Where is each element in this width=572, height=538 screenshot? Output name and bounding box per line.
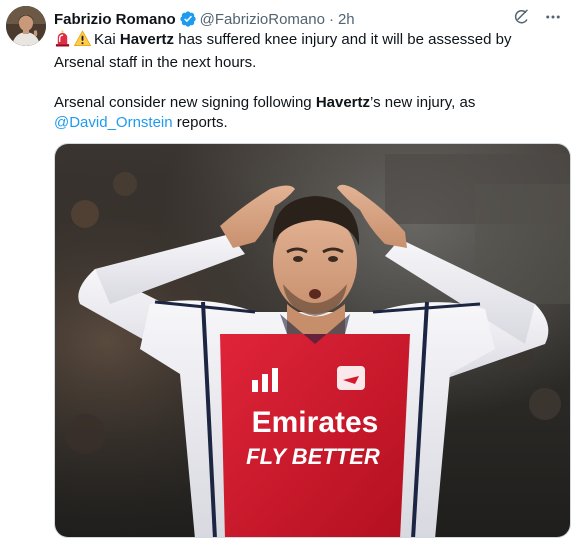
player-name-bold: Havertz <box>119 31 175 48</box>
tweet-text: Kai Havertz has suffered knee injury and… <box>54 30 559 133</box>
author-handle[interactable]: @FabrizioRomano <box>200 11 325 28</box>
author-name[interactable]: Fabrizio Romano <box>54 11 176 28</box>
player-name-bold: Havertz <box>315 94 371 111</box>
header-actions <box>512 8 562 30</box>
tweet-header: Fabrizio Romano @FabrizioRomano · 2h <box>54 8 562 30</box>
avatar-image <box>6 6 46 46</box>
mention-link[interactable]: @David_Ornstein <box>54 114 173 131</box>
tweet-paragraph-2: Arsenal consider new signing following H… <box>54 93 559 133</box>
shirt-sponsor-line1: Emirates <box>252 406 379 439</box>
shirt-sponsor-line2: FLY BETTER <box>246 444 380 469</box>
player-photo: Emirates FLY BETTER <box>55 144 570 537</box>
tweet[interactable]: Fabrizio Romano @FabrizioRomano · 2h Kai… <box>0 0 572 538</box>
tweet-image[interactable]: Emirates FLY BETTER <box>54 143 571 538</box>
siren-icon <box>54 30 71 53</box>
tweet-text-segment: Arsenal consider new signing following <box>54 94 316 111</box>
tweet-text-segment: ’s new injury, as <box>370 94 476 111</box>
tweet-text-segment: reports. <box>172 114 228 131</box>
tweet-paragraph-1: Kai Havertz has suffered knee injury and… <box>54 30 559 73</box>
avatar[interactable] <box>6 6 46 46</box>
tweet-text-segment: Kai <box>94 31 120 48</box>
more-icon[interactable] <box>544 8 562 30</box>
tweet-timestamp[interactable]: 2h <box>338 11 355 28</box>
verified-badge-icon <box>179 10 197 28</box>
grok-icon[interactable] <box>512 8 530 30</box>
separator-dot: · <box>328 10 334 28</box>
warning-icon <box>74 30 91 53</box>
